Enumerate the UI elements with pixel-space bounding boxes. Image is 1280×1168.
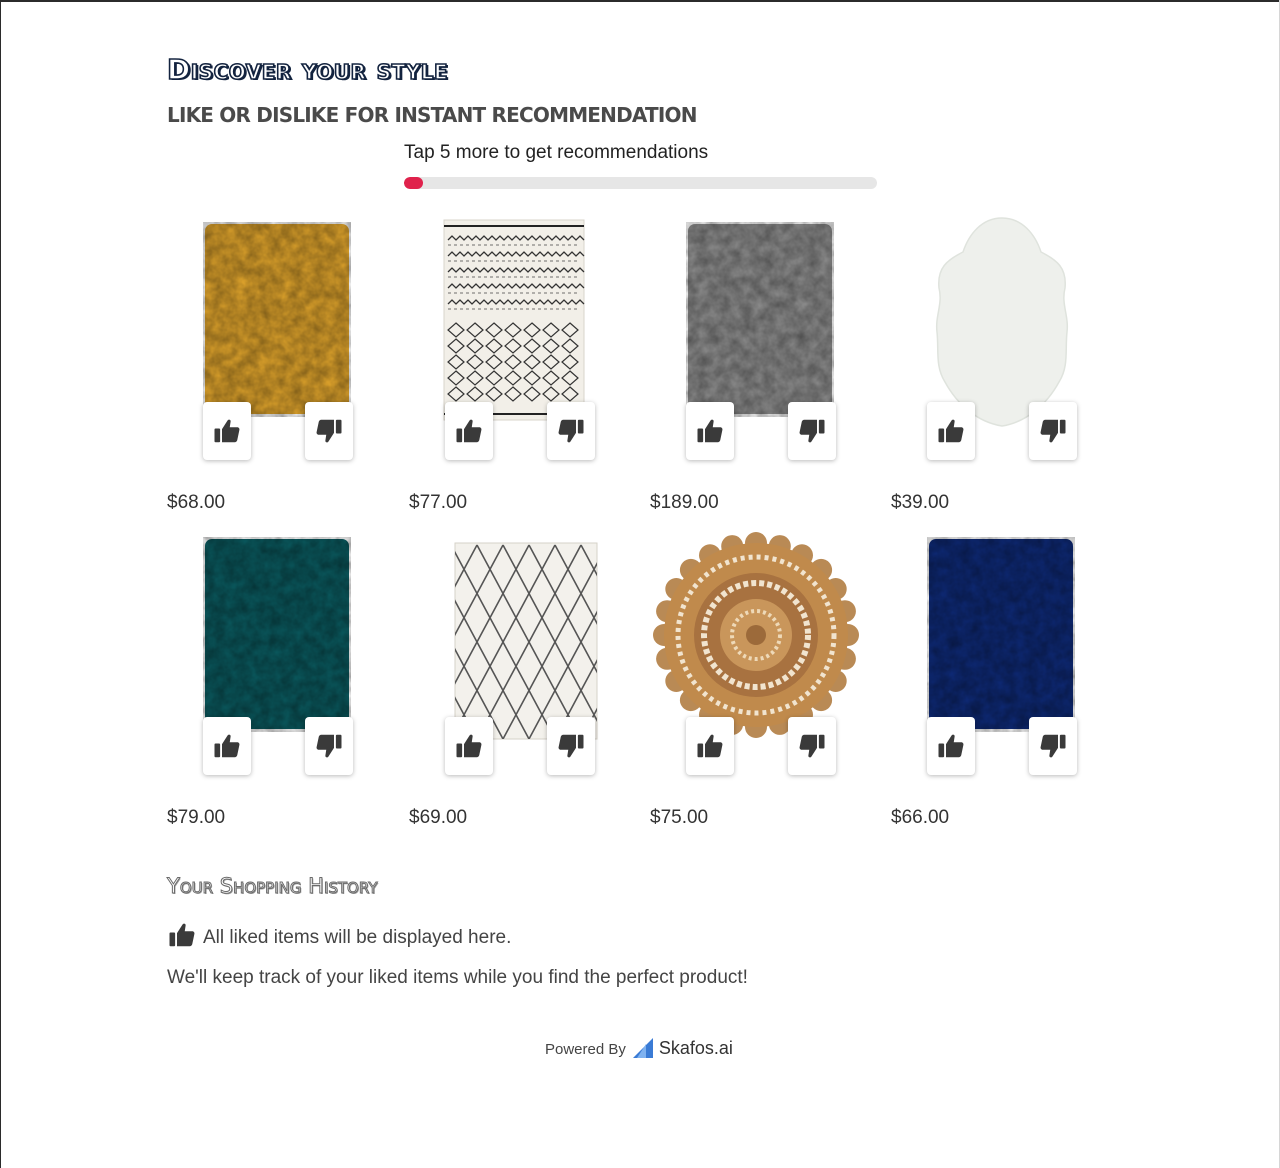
- rug-image: [454, 542, 598, 740]
- like-button[interactable]: [203, 402, 251, 460]
- skafos-brand-link[interactable]: Skafos.ai: [659, 1036, 733, 1060]
- rug-image: [205, 539, 349, 729]
- thumbs-up-icon: [214, 734, 240, 758]
- shopping-history-line-2: We'll keep track of your liked items whi…: [167, 967, 748, 988]
- thumbs-up-icon: [456, 419, 482, 443]
- like-button[interactable]: [445, 402, 493, 460]
- product-price: $69.00: [409, 807, 468, 828]
- progress-text: Tap 5 more to get recommendations: [404, 142, 709, 163]
- product-price: $39.00: [891, 492, 950, 513]
- product-price: $75.00: [650, 807, 709, 828]
- like-button[interactable]: [927, 402, 975, 460]
- thumbs-up-icon: [456, 734, 482, 758]
- like-button[interactable]: [686, 717, 734, 775]
- thumbs-down-icon: [316, 734, 342, 758]
- page-title: Discover your style: [166, 52, 449, 87]
- like-button[interactable]: [445, 717, 493, 775]
- product-price: $66.00: [891, 807, 950, 828]
- powered-by: Powered By Skafos.ai: [545, 1036, 733, 1060]
- progress-bar-fill: [404, 177, 423, 189]
- product-price: $68.00: [167, 492, 226, 513]
- shopping-history-line-1: All liked items will be displayed here.: [203, 927, 512, 948]
- window-top-border: [0, 0, 1280, 2]
- shopping-history-title: Your Shopping History: [167, 874, 378, 899]
- dislike-button[interactable]: [788, 717, 836, 775]
- product-price: $79.00: [167, 807, 226, 828]
- dislike-button[interactable]: [1029, 402, 1077, 460]
- thumbs-up-icon: [214, 419, 240, 443]
- rug-image: [443, 219, 585, 421]
- dislike-button[interactable]: [788, 402, 836, 460]
- thumbs-up-icon: [938, 419, 964, 443]
- like-button[interactable]: [686, 402, 734, 460]
- thumbs-down-icon: [558, 419, 584, 443]
- thumbs-up-icon: [938, 734, 964, 758]
- thumbs-down-icon: [1040, 734, 1066, 758]
- thumbs-down-icon: [316, 419, 342, 443]
- rug-image: [653, 532, 859, 738]
- like-button[interactable]: [203, 717, 251, 775]
- window-left-border: [0, 0, 1, 1168]
- thumbs-down-icon: [799, 734, 825, 758]
- powered-by-label: Powered By: [545, 1041, 626, 1058]
- dislike-button[interactable]: [547, 402, 595, 460]
- thumbs-up-icon: [697, 734, 723, 758]
- thumbs-down-icon: [558, 734, 584, 758]
- thumbs-down-icon: [799, 419, 825, 443]
- skafos-logo-icon: [632, 1038, 653, 1058]
- like-button[interactable]: [927, 717, 975, 775]
- rug-image: [929, 539, 1073, 729]
- product-price: $189.00: [650, 492, 719, 513]
- rug-image: [205, 224, 349, 414]
- thumbs-up-icon: [169, 923, 195, 947]
- thumbs-down-icon: [1040, 419, 1066, 443]
- dislike-button[interactable]: [1029, 717, 1077, 775]
- progress-bar: [404, 177, 877, 189]
- dislike-button[interactable]: [547, 717, 595, 775]
- dislike-button[interactable]: [305, 717, 353, 775]
- page-subtitle: LIKE OR DISLIKE FOR INSTANT RECOMMENDATI…: [167, 103, 697, 127]
- thumbs-up-icon: [697, 419, 723, 443]
- dislike-button[interactable]: [305, 402, 353, 460]
- shopping-history-empty-message: All liked items will be displayed here.: [167, 920, 511, 950]
- rug-image: [935, 217, 1069, 427]
- product-price: $77.00: [409, 492, 468, 513]
- rug-image: [688, 224, 832, 414]
